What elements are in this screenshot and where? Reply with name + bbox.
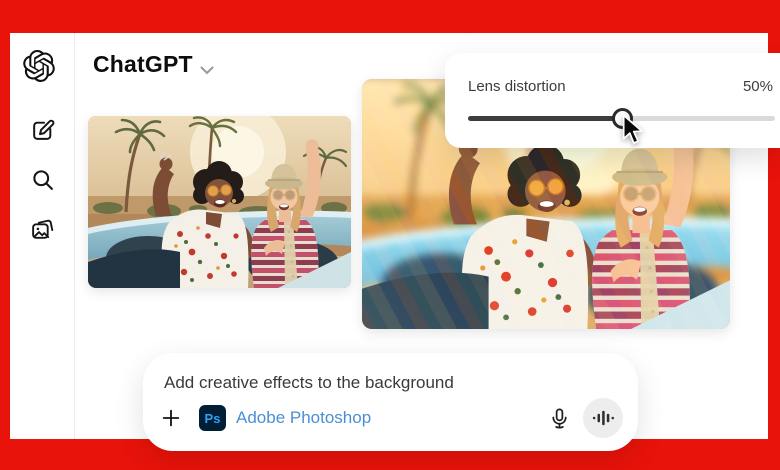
photo-scene	[88, 116, 351, 288]
lens-distortion-slider[interactable]	[468, 108, 775, 129]
marketing-frame: ChatGPT Lens distortion 50% Add creative…	[0, 0, 780, 470]
connector-name: Adobe Photoshop	[236, 408, 372, 427]
compose-icon	[30, 118, 55, 143]
original-photo[interactable]	[88, 116, 351, 288]
photoshop-badge-icon: Ps	[199, 405, 226, 431]
images-library-icon	[30, 217, 55, 242]
slider-fill	[468, 116, 622, 121]
attach-button[interactable]	[155, 402, 187, 434]
lens-distortion-panel: Lens distortion 50%	[445, 53, 780, 148]
slider-thumb[interactable]	[611, 108, 633, 129]
search-button[interactable]	[24, 161, 60, 197]
new-chat-button[interactable]	[24, 112, 60, 148]
dictate-button[interactable]	[543, 402, 575, 434]
app-title: ChatGPT	[93, 51, 193, 77]
plus-icon	[160, 407, 182, 429]
slider-value: 50%	[742, 78, 773, 95]
microphone-icon	[548, 407, 571, 430]
sidebar-divider	[74, 33, 75, 439]
library-button[interactable]	[24, 211, 60, 247]
voice-waveform-icon	[592, 407, 614, 429]
openai-logo-icon[interactable]	[23, 50, 55, 83]
slider-label: Lens distortion	[468, 78, 566, 95]
composer-input[interactable]: Add creative effects to the background	[164, 373, 454, 393]
model-switcher[interactable]: ChatGPT	[93, 51, 214, 78]
chevron-down-icon	[200, 62, 214, 75]
photoshop-connector-chip[interactable]: Ps Adobe Photoshop	[199, 405, 371, 431]
composer-toolbar: Ps Adobe Photoshop	[155, 397, 623, 439]
search-icon	[30, 167, 55, 192]
voice-mode-button[interactable]	[583, 398, 623, 438]
composer-card: Add creative effects to the background P…	[143, 353, 638, 451]
